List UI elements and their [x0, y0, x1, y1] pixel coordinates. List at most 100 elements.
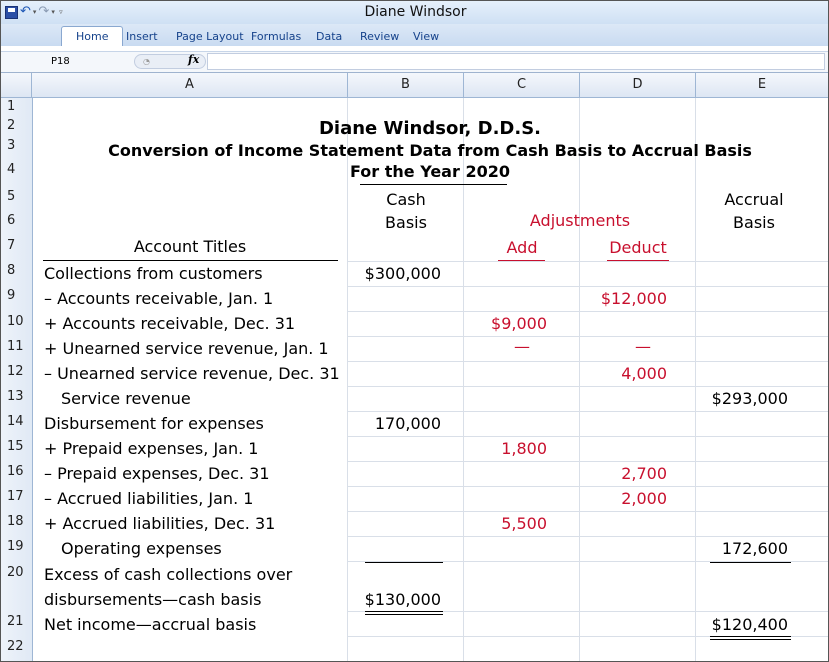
row-header[interactable]: 3 [1, 138, 32, 153]
insert-function-icon[interactable]: fx [188, 53, 199, 66]
row-header[interactable]: 9 [1, 288, 32, 303]
adjustments-header: Adjustments [529, 211, 631, 230]
grid-line [347, 386, 828, 387]
column-header-c[interactable]: C [464, 73, 580, 97]
report-title: Diane Windsor, D.D.S. [318, 118, 542, 139]
account-label: Collections from customers [44, 264, 263, 283]
column-header-e[interactable]: E [696, 73, 828, 97]
grid-line [347, 261, 828, 262]
row-header[interactable]: 12 [1, 364, 32, 379]
column-header-d[interactable]: D [580, 73, 696, 97]
report-subtitle: Conversion of Income Statement Data from… [108, 141, 752, 160]
accrual-value: $293,000 [711, 389, 788, 408]
grid-line [463, 98, 464, 661]
row-header[interactable]: 14 [1, 414, 32, 429]
row-header[interactable]: 7 [1, 238, 32, 253]
row-header[interactable]: 17 [1, 489, 32, 504]
account-label: disbursements—cash basis [44, 590, 262, 609]
account-label: Net income—accrual basis [44, 615, 257, 634]
title-bar: ↶ ▾ ↷ ▾ ▿ Diane Windsor [1, 1, 828, 25]
row-header[interactable]: 10 [1, 314, 32, 329]
account-label: Service revenue [61, 389, 191, 408]
accrual-header: Accrual [724, 190, 784, 209]
row-header[interactable]: 2 [1, 118, 32, 133]
account-label: Operating expenses [61, 539, 222, 558]
row-header[interactable]: 22 [1, 639, 32, 654]
row-header[interactable]: 6 [1, 213, 32, 228]
account-label: + Accounts receivable, Dec. 31 [44, 314, 296, 333]
grid-line [347, 98, 348, 661]
cash-header: Cash [386, 190, 426, 209]
select-all-corner[interactable] [1, 73, 32, 97]
account-label: – Accrued liabilities, Jan. 1 [44, 489, 254, 508]
row-header[interactable]: 21 [1, 614, 32, 629]
spreadsheet-window: ↶ ▾ ↷ ▾ ▿ Diane Windsor Home Insert Page… [0, 0, 829, 662]
row-header[interactable]: 8 [1, 263, 32, 278]
row-header[interactable]: 1 [1, 99, 32, 114]
tab-insert[interactable]: Insert [126, 28, 158, 46]
cash-subtotal-underline [365, 562, 443, 563]
cash-value: 170,000 [374, 414, 441, 433]
cash-total-value: $130,000 [364, 590, 441, 609]
account-label: Excess of cash collections over [44, 565, 293, 584]
grid-line [347, 361, 828, 362]
grid-line [347, 286, 828, 287]
column-header-a[interactable]: A [32, 73, 348, 97]
accrual-basis-header: Basis [733, 213, 775, 232]
deduct-value: 2,700 [621, 464, 667, 483]
tab-home[interactable]: Home [61, 26, 124, 47]
cash-total-double-underline [365, 611, 443, 615]
row-header[interactable]: 4 [1, 162, 32, 177]
account-label: – Unearned service revenue, Dec. 31 [44, 364, 340, 383]
account-titles-underline [43, 260, 338, 261]
tab-review[interactable]: Review [360, 28, 399, 46]
add-value: $9,000 [491, 314, 547, 333]
row-header[interactable]: 15 [1, 439, 32, 454]
deduct-value: 4,000 [621, 364, 667, 383]
accrual-total-value: $120,400 [711, 615, 788, 634]
cash-value: $300,000 [364, 264, 441, 283]
row-header[interactable]: 16 [1, 464, 32, 479]
tab-page-layout[interactable]: Page Layout [176, 28, 244, 46]
add-value: — [514, 337, 530, 356]
period-underline [360, 184, 507, 185]
grid-line [347, 411, 828, 412]
name-box[interactable]: P18 [5, 54, 133, 69]
deduct-value: $12,000 [600, 289, 667, 308]
tab-data[interactable]: Data [316, 28, 342, 46]
ribbon-tabs: Home Insert Page Layout Formulas Data Re… [1, 24, 828, 47]
add-header: Add [506, 238, 538, 257]
grid-line [347, 511, 828, 512]
grid-line [695, 98, 696, 661]
row-header[interactable]: 5 [1, 189, 32, 204]
row-header[interactable]: 19 [1, 539, 32, 554]
tab-view[interactable]: View [413, 28, 439, 46]
column-header-b[interactable]: B [348, 73, 464, 97]
account-label: + Prepaid expenses, Jan. 1 [44, 439, 259, 458]
grid-line [347, 311, 828, 312]
account-label: + Accrued liabilities, Dec. 31 [44, 514, 276, 533]
accrual-value: 172,600 [721, 539, 788, 558]
account-label: + Unearned service revenue, Jan. 1 [44, 339, 329, 358]
cash-basis-header: Basis [385, 213, 427, 232]
formula-input[interactable] [207, 53, 825, 70]
row-header[interactable]: 11 [1, 339, 32, 354]
row-header[interactable]: 18 [1, 514, 32, 529]
account-label: – Prepaid expenses, Dec. 31 [44, 464, 270, 483]
row-header[interactable]: 13 [1, 389, 32, 404]
row-header[interactable]: 20 [1, 565, 32, 580]
deduct-value: 2,000 [621, 489, 667, 508]
formula-bar: P18 ◔ fx [1, 52, 828, 73]
grid-line [347, 486, 828, 487]
report-period: For the Year 2020 [350, 162, 510, 181]
column-headers: A B C D E [1, 73, 828, 98]
add-underline [498, 260, 545, 261]
account-label: Disbursement for expenses [44, 414, 264, 433]
tab-formulas[interactable]: Formulas [251, 28, 301, 46]
account-label: – Accounts receivable, Jan. 1 [44, 289, 274, 308]
grid-line [347, 461, 828, 462]
grid-line [347, 536, 828, 537]
zoom-icon[interactable]: ◔ [143, 57, 150, 66]
grid-line [347, 436, 828, 437]
add-value: 5,500 [501, 514, 547, 533]
